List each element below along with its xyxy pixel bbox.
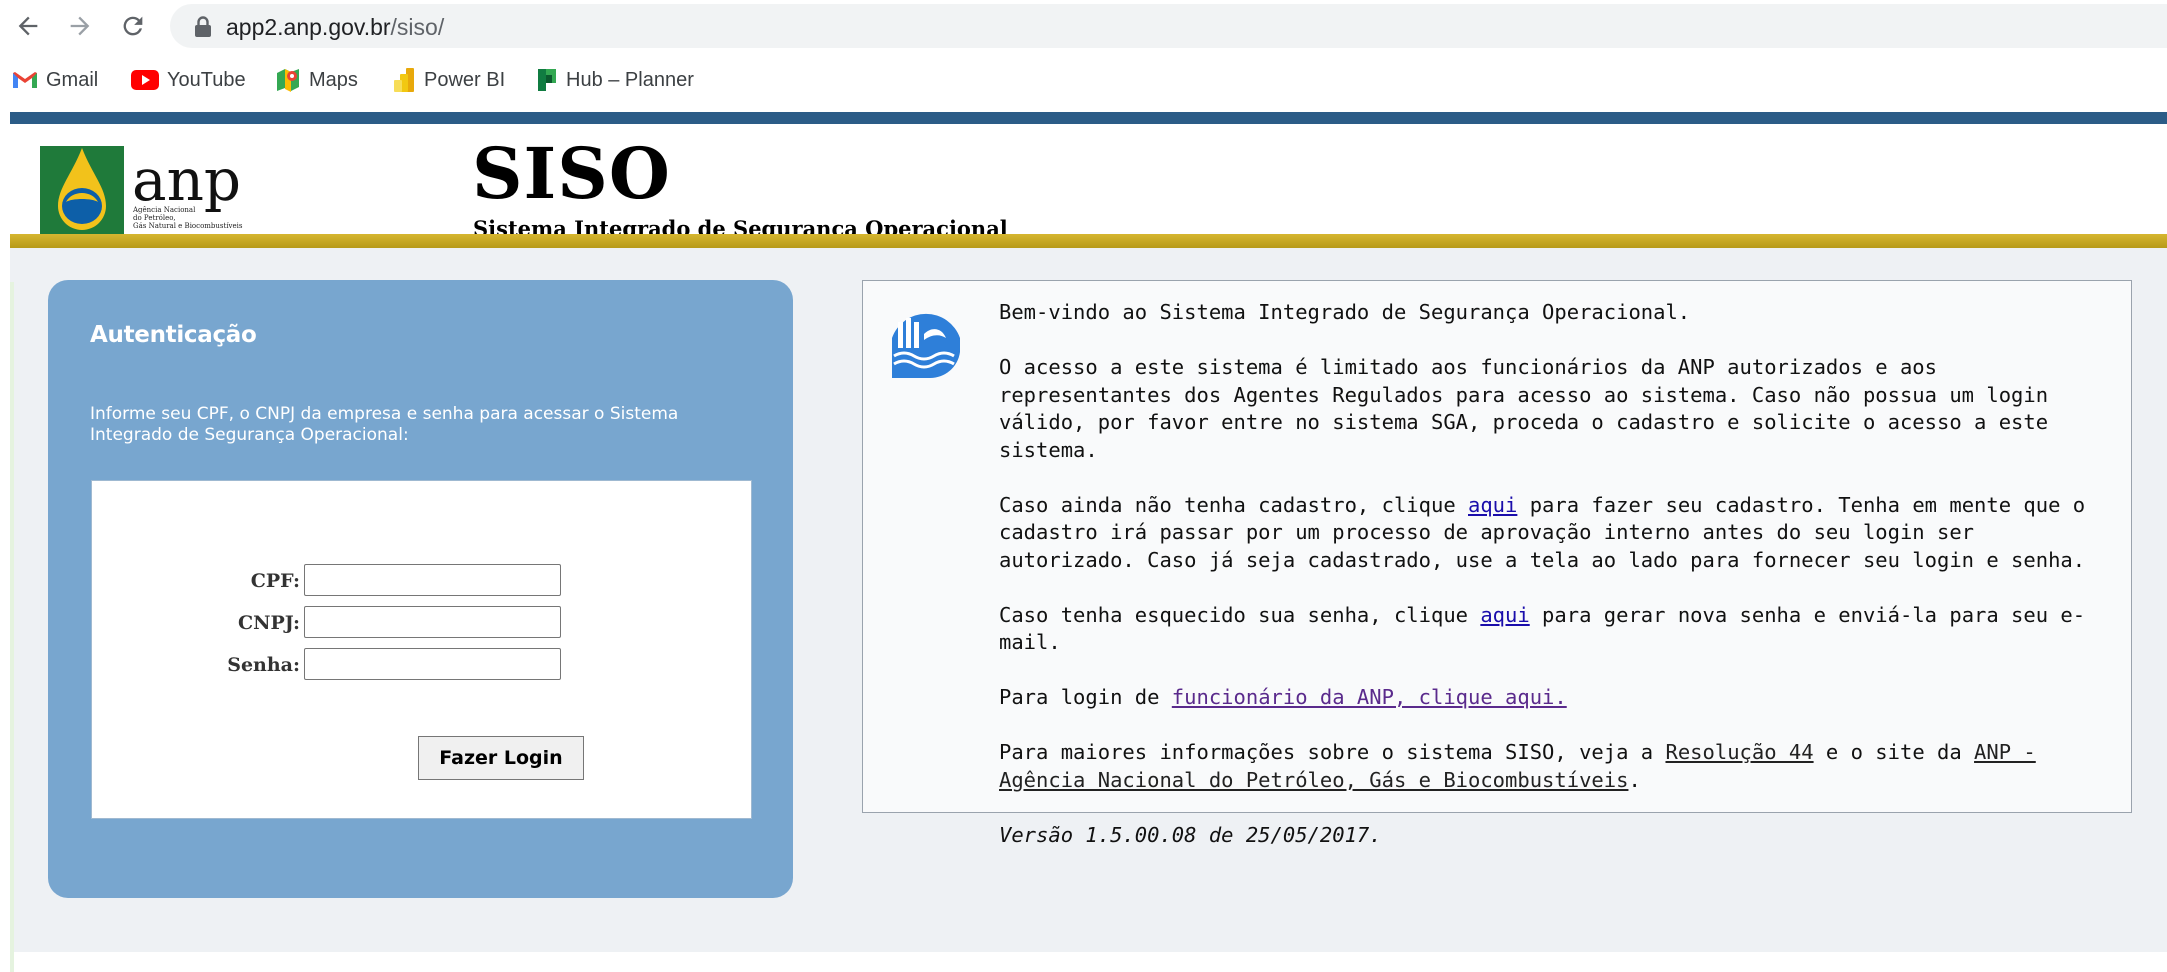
cnpj-row: CNPJ: (92, 606, 751, 640)
site-header: anp Agência Nacional do Petróleo, Gás Na… (10, 124, 2167, 241)
forward-button[interactable] (62, 8, 98, 44)
address-bar[interactable]: app2.anp.gov.br/siso/ (170, 4, 2167, 48)
industrial-site-icon (892, 313, 960, 379)
url-text: app2.anp.gov.br/siso/ (226, 14, 444, 41)
version-paragraph: Versão 1.5.00.08 de 25/05/2017. (999, 822, 2109, 850)
browser-toolbar: app2.anp.gov.br/siso/ (0, 0, 2167, 54)
bookmark-hub-planner[interactable]: Hub – Planner (536, 66, 694, 94)
password-input[interactable] (304, 648, 561, 680)
cpf-input[interactable] (304, 564, 561, 596)
svg-text:anp: anp (132, 146, 241, 214)
auth-panel: Autenticação Informe seu CPF, o CNPJ da … (48, 280, 793, 898)
senha-row: Senha: (92, 648, 751, 682)
page-content: anp Agência Nacional do Petróleo, Gás Na… (10, 112, 2167, 972)
signup-link[interactable]: aqui (1468, 493, 1517, 517)
url-host: app2.anp.gov.br (226, 14, 391, 40)
bookmark-label: Hub – Planner (566, 68, 694, 91)
powerbi-icon (394, 68, 414, 92)
more-text-mid: e o site da (1813, 740, 1975, 764)
signup-paragraph: Caso ainda não tenha cadastro, clique aq… (999, 492, 2109, 575)
bookmark-maps[interactable]: Maps (275, 66, 358, 94)
back-button[interactable] (10, 8, 46, 44)
left-edge-strip (10, 282, 14, 972)
forgot-paragraph: Caso tenha esquecido sua senha, clique a… (999, 602, 2109, 657)
maps-icon (277, 69, 299, 92)
svg-text:Agência Nacional: Agência Nacional (132, 206, 196, 214)
info-text: Bem-vindo ao Sistema Integrado de Segura… (999, 299, 2109, 877)
header-top-bar (10, 112, 2167, 124)
more-text-post: . (1628, 767, 1641, 792)
welcome-text: Bem-vindo ao Sistema Integrado de Segura… (999, 300, 1691, 324)
login-form: CPF: CNPJ: Senha: Fazer Login (91, 480, 752, 819)
cpf-row: CPF: (92, 564, 751, 598)
cnpj-input[interactable] (304, 606, 561, 638)
planner-icon (538, 69, 556, 91)
forward-arrow-icon (70, 16, 90, 36)
more-text-pre: Para maiores informações sobre o sistema… (999, 740, 1666, 764)
bookmark-label: YouTube (167, 68, 246, 91)
bookmark-youtube[interactable]: YouTube (131, 66, 246, 94)
bookmark-label: Power BI (424, 68, 506, 91)
forgot-text-pre: Caso tenha esquecido sua senha, clique (999, 602, 1481, 627)
gmail-icon (13, 72, 37, 88)
cnpj-label: CNPJ: (237, 612, 300, 634)
back-arrow-icon (18, 16, 38, 36)
login-button[interactable]: Fazer Login (418, 736, 584, 780)
forgot-password-link[interactable]: aqui (1480, 603, 1529, 627)
bookmark-label: Maps (309, 68, 358, 91)
bookmark-powerbi[interactable]: Power BI (392, 66, 505, 94)
page-title: SISO (472, 132, 671, 215)
svg-text:do Petróleo,: do Petróleo, (133, 214, 176, 222)
version-text: Versão 1.5.00.08 de 25/05/2017. (999, 822, 1382, 847)
bookmark-label: Gmail (46, 68, 99, 91)
signup-text-pre: Caso ainda não tenha cadastro, clique (999, 492, 1468, 517)
senha-label: Senha: (227, 654, 300, 676)
header-gold-bar (10, 234, 2167, 248)
auth-title: Autenticação (90, 322, 257, 348)
youtube-icon (131, 70, 159, 90)
svg-text:Gás Natural e Biocombustíveis: Gás Natural e Biocombustíveis (133, 222, 243, 230)
lock-icon (195, 16, 211, 37)
employee-text-pre: Para login de (999, 685, 1172, 709)
reload-button[interactable] (115, 8, 151, 44)
url-path: /siso/ (390, 14, 445, 40)
reload-icon (123, 16, 143, 36)
anp-logo: anp Agência Nacional do Petróleo, Gás Na… (40, 144, 255, 238)
employee-login-link[interactable]: funcionário da ANP, clique aqui. (1172, 685, 1567, 709)
info-panel: Bem-vindo ao Sistema Integrado de Segura… (862, 280, 2132, 847)
resolucao-44-link[interactable]: Resolução 44 (1665, 740, 1813, 764)
bookmark-gmail[interactable]: Gmail (12, 66, 98, 94)
auth-description: Informe seu CPF, o CNPJ da empresa e sen… (90, 404, 679, 445)
employee-paragraph: Para login de funcionário da ANP, clique… (999, 684, 2109, 712)
more-info-paragraph: Para maiores informações sobre o sistema… (999, 739, 2109, 794)
cpf-label: CPF: (250, 570, 300, 592)
access-text: O acesso a este sistema é limitado aos f… (999, 355, 2049, 462)
bookmarks-bar: Gmail YouTube Maps Power BI Hub – Planne… (0, 60, 2167, 100)
